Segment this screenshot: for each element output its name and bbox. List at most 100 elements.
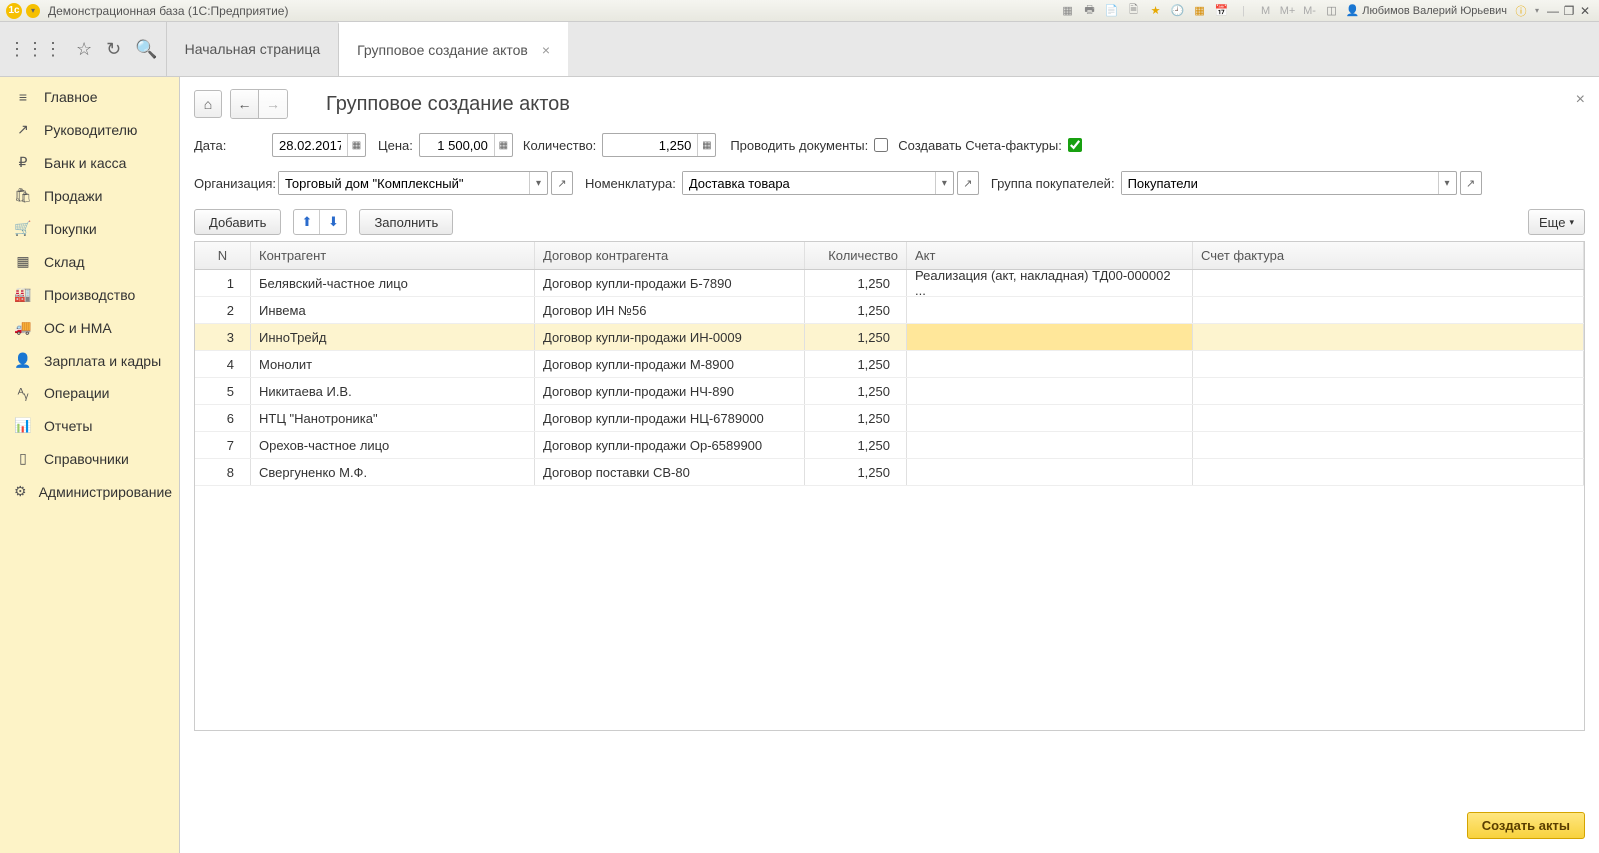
sidebar-item-9[interactable]: ᴬᵧОперации [0,377,179,409]
table-row[interactable]: 3ИнноТрейдДоговор купли-продажи ИН-00091… [195,324,1584,351]
fill-button[interactable]: Заполнить [359,209,453,235]
tb-panel-icon[interactable]: ◫ [1324,3,1340,19]
tb-compare-icon[interactable]: 🗎 [1126,3,1142,19]
sidebar-item-3[interactable]: 🛍Продажи [0,179,179,212]
table-row[interactable]: 5Никитаева И.В.Договор купли-продажи НЧ-… [195,378,1584,405]
tb-print-icon[interactable]: 🖶 [1082,3,1098,19]
th-qty[interactable]: Количество [805,242,907,269]
price-input[interactable] [420,134,494,156]
sidebar-item-8[interactable]: 👤Зарплата и кадры [0,344,179,377]
sidebar-icon-4: 🛒 [14,220,32,237]
org-dropdown-icon[interactable]: ▾ [529,172,547,194]
more-button[interactable]: Еще▾ [1528,209,1585,235]
sidebar-item-10[interactable]: 📊 Отчеты [0,409,179,442]
th-invoice[interactable]: Счет фактура [1193,242,1584,269]
history-icon[interactable]: ↻ [106,39,121,60]
cell-counterparty: Никитаева И.В. [251,378,535,404]
info-dd-icon[interactable]: ▾ [1529,3,1545,19]
tab-close-icon[interactable]: × [542,42,550,58]
table-row[interactable]: 4МонолитДоговор купли-продажи М-89001,25… [195,351,1584,378]
tb-star-icon[interactable]: ★ [1148,3,1164,19]
cell-invoice [1193,405,1584,431]
tab-start-page[interactable]: Начальная страница [166,22,338,76]
nomen-open-button[interactable]: ↗ [957,171,979,195]
group-input[interactable] [1122,172,1438,194]
cell-invoice [1193,297,1584,323]
favorite-star-icon[interactable]: ☆ [76,39,92,60]
price-calc-icon[interactable]: ▦ [494,134,512,156]
sidebar-item-2[interactable]: ₽Банк и касса [0,146,179,179]
sidebar-item-11[interactable]: ▯Справочники [0,442,179,475]
table-row[interactable]: 8Свергуненко М.Ф.Договор поставки СВ-801… [195,459,1584,486]
qty-calc-icon[interactable]: ▦ [697,134,715,156]
tab-group-acts[interactable]: Групповое создание актов × [338,22,568,76]
move-down-icon[interactable]: ⬇ [320,210,346,234]
table-row[interactable]: 7Орехов-частное лицоДоговор купли-продаж… [195,432,1584,459]
sidebar-item-5[interactable]: ▦Склад [0,245,179,278]
createsf-checkbox[interactable] [1068,138,1082,152]
nomen-input[interactable] [683,172,935,194]
more-dd-icon: ▾ [1569,217,1574,228]
th-n[interactable]: N [195,242,251,269]
th-contract[interactable]: Договор контрагента [535,242,805,269]
add-button[interactable]: Добавить [194,209,281,235]
sidebar-icon-6: 🏭 [14,286,32,303]
th-counterparty[interactable]: Контрагент [251,242,535,269]
tb-mminus-icon[interactable]: M- [1302,3,1318,19]
apps-grid-icon[interactable]: ⋮⋮⋮ [8,39,62,60]
table-row[interactable]: 6НТЦ "Нанотроника"Договор купли-продажи … [195,405,1584,432]
search-icon[interactable]: 🔍 [135,39,157,60]
sidebar-label-10: Отчеты [44,418,92,434]
org-input[interactable] [279,172,529,194]
move-up-icon[interactable]: ⬆ [294,210,320,234]
forward-button[interactable]: → [259,90,287,118]
sidebar-item-12[interactable]: ⚙Администрирование [0,475,179,508]
post-checkbox[interactable] [874,138,888,152]
create-acts-button[interactable]: Создать акты [1467,812,1585,839]
app-menu-dropdown-icon[interactable]: ▾ [26,4,40,18]
sidebar-item-7[interactable]: 🚚ОС и НМА [0,311,179,344]
group-dropdown-icon[interactable]: ▾ [1438,172,1456,194]
qty-input[interactable] [603,134,697,156]
calendar-icon[interactable]: ▦ [347,134,365,156]
th-act[interactable]: Акт [907,242,1193,269]
tb-doc-icon[interactable]: 📄 [1104,3,1120,19]
page-close-icon[interactable]: × [1576,91,1585,109]
sidebar-icon-5: ▦ [14,253,32,270]
nomen-dropdown-icon[interactable]: ▾ [935,172,953,194]
cell-contract: Договор купли-продажи Б-7890 [535,270,805,296]
home-button[interactable]: ⌂ [194,90,222,118]
table-row[interactable]: 1Белявский-частное лицоДоговор купли-про… [195,270,1584,297]
sidebar-label-11: Справочники [44,451,129,467]
group-open-button[interactable]: ↗ [1460,171,1482,195]
org-open-button[interactable]: ↗ [551,171,573,195]
date-input[interactable] [273,134,347,156]
tb-mplus-icon[interactable]: M+ [1280,3,1296,19]
tb-clock-icon[interactable]: 🕘 [1170,3,1186,19]
minimize-button[interactable]: — [1545,3,1561,19]
close-button[interactable]: ✕ [1577,3,1593,19]
table-row[interactable]: 2ИнвемаДоговор ИН №561,250 [195,297,1584,324]
sidebar-item-1[interactable]: ↗Руководителю [0,113,179,146]
maximize-button[interactable]: ❐ [1561,3,1577,19]
sidebar-label-1: Руководителю [44,122,137,138]
sidebar-item-4[interactable]: 🛒Покупки [0,212,179,245]
tb-icon-1[interactable]: ▦ [1060,3,1076,19]
cell-act [907,297,1193,323]
tab-start-label: Начальная страница [185,41,320,57]
cell-act [907,405,1193,431]
cell-contract: Договор купли-продажи НЦ-6789000 [535,405,805,431]
tb-calendar-icon[interactable]: 📅 [1214,3,1230,19]
titlebar-icons: ▦ 🖶 📄 🗎 ★ 🕘 ▦ 📅 | M M+ M- ◫ [1060,3,1340,19]
info-icon[interactable]: ⓘ [1513,3,1529,19]
tb-calc-icon[interactable]: ▦ [1192,3,1208,19]
label-post: Проводить документы: [730,138,868,153]
sidebar-icon-10: 📊 [14,417,32,434]
tb-m-icon[interactable]: M [1258,3,1274,19]
back-button[interactable]: ← [231,90,259,118]
sidebar-item-6[interactable]: 🏭Производство [0,278,179,311]
sidebar-icon-2: ₽ [14,154,32,171]
current-user[interactable]: 👤Любимов Валерий Юрьевич [1346,4,1507,17]
sidebar-label-12: Администрирование [39,484,173,500]
sidebar-item-0[interactable]: ≡Главное [0,81,179,113]
